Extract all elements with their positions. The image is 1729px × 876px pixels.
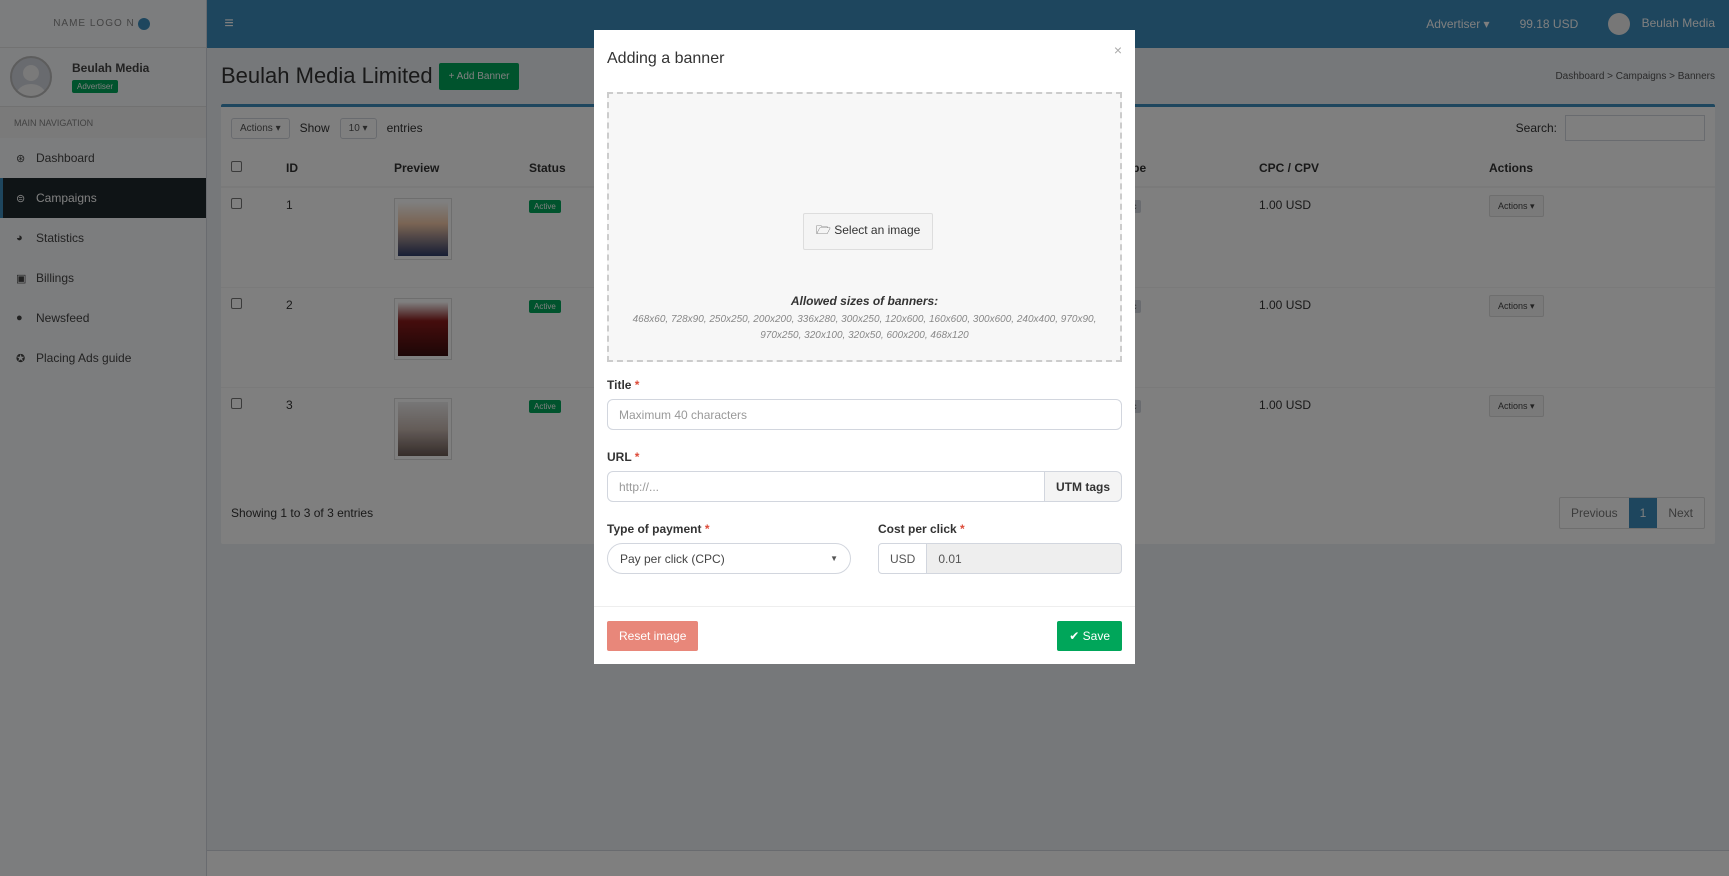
- allowed-sizes-list: 468x60, 728x90, 250x250, 200x200, 336x28…: [632, 314, 1097, 341]
- url-input[interactable]: http://...: [607, 471, 1045, 502]
- select-image-button[interactable]: 🗁 Select an image: [803, 213, 934, 250]
- url-label: URL *: [607, 450, 640, 464]
- save-button[interactable]: ✔ Save: [1057, 620, 1122, 651]
- add-banner-modal: Adding a banner × 🗁 Select an image Allo…: [594, 30, 1135, 664]
- modal-title: Adding a banner: [607, 50, 725, 67]
- payment-type-label: Type of payment *: [607, 522, 710, 536]
- title-label: Title *: [607, 378, 640, 392]
- payment-type-select[interactable]: Pay per click (CPC) ▼: [607, 543, 851, 574]
- select-image-label: Select an image: [834, 223, 921, 237]
- payment-type-value: Pay per click (CPC): [620, 551, 725, 566]
- currency-addon: USD: [878, 543, 928, 574]
- reset-image-button[interactable]: Reset image: [607, 620, 699, 651]
- image-dropzone[interactable]: 🗁 Select an image Allowed sizes of banne…: [607, 92, 1122, 362]
- banner-form: Title * Maximum 40 characters URL * http…: [594, 362, 1135, 574]
- folder-open-icon: 🗁: [816, 223, 831, 237]
- caret-down-icon: ▼: [830, 554, 838, 563]
- modal-footer: Reset image ✔ Save: [594, 606, 1135, 664]
- utm-tags-button[interactable]: UTM tags: [1045, 471, 1122, 502]
- cost-per-click-label: Cost per click *: [878, 522, 965, 536]
- cost-per-click-input[interactable]: 0.01: [927, 543, 1122, 574]
- close-icon[interactable]: ×: [1114, 42, 1122, 58]
- allowed-sizes-title: Allowed sizes of banners:: [790, 294, 939, 308]
- title-input[interactable]: Maximum 40 characters: [607, 399, 1122, 430]
- modal-header: Adding a banner ×: [594, 30, 1135, 92]
